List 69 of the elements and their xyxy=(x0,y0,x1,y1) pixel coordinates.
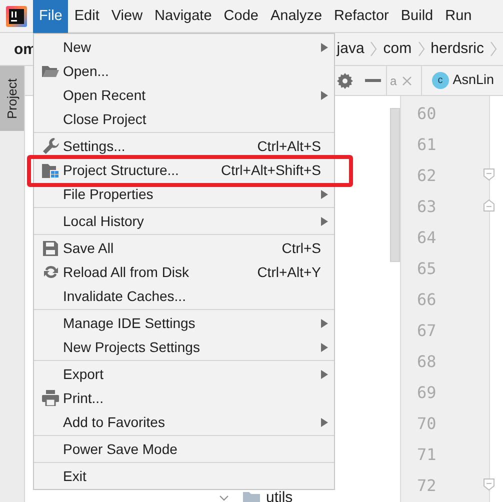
shortcut-text: Ctrl+Alt+S xyxy=(257,136,321,156)
settings-icon[interactable] xyxy=(337,72,353,88)
reload-icon xyxy=(42,264,58,280)
menu-item[interactable]: Build xyxy=(394,0,440,32)
chevron-icon xyxy=(418,41,425,57)
shortcut-text: Ctrl+Alt+Shift+S xyxy=(221,160,321,180)
close-icon[interactable] xyxy=(402,76,412,86)
folder-icon xyxy=(42,64,59,78)
line-number: 64 xyxy=(417,228,436,247)
fold-marker-icon[interactable] xyxy=(483,478,495,491)
app-logo-icon[interactable] xyxy=(6,6,27,26)
menu-item[interactable]: File xyxy=(33,0,68,32)
editor-tab[interactable]: AsnLin xyxy=(452,70,494,91)
minimize-icon[interactable] xyxy=(365,79,381,82)
line-number: 68 xyxy=(417,352,436,371)
menu-item[interactable]: New xyxy=(34,35,334,59)
line-number: 71 xyxy=(417,445,436,464)
shortcut-text: Ctrl+Alt+Y xyxy=(257,262,321,282)
wrench-icon xyxy=(42,138,58,154)
scrollbar-thumb[interactable] xyxy=(390,108,400,262)
menu-item[interactable]: Code xyxy=(218,0,264,32)
fold-marker-icon[interactable] xyxy=(483,168,495,181)
breadcrumb-item[interactable]: java xyxy=(336,38,364,60)
menu-item[interactable]: File Properties xyxy=(34,182,334,206)
menu-item[interactable]: Edit xyxy=(68,0,106,32)
chevron-icon xyxy=(490,41,497,57)
line-number: 62 xyxy=(417,166,436,185)
tree-item[interactable]: utils xyxy=(266,487,293,502)
line-number: 61 xyxy=(417,135,436,154)
menu-item[interactable]: Analyze xyxy=(264,0,328,32)
line-number: 72 xyxy=(417,476,436,495)
menu-item[interactable]: Add to Favorites xyxy=(34,410,334,434)
menu-item[interactable]: Open... xyxy=(34,59,334,83)
save-icon xyxy=(43,240,58,256)
line-number: 65 xyxy=(417,259,436,278)
menu-item[interactable]: Export xyxy=(34,362,334,386)
menu-item[interactable]: New Projects Settings xyxy=(34,335,334,359)
line-number: 70 xyxy=(417,414,436,433)
menu-item[interactable]: Open Recent xyxy=(34,83,334,107)
printer-icon xyxy=(42,390,59,406)
shortcut-text: Ctrl+S xyxy=(282,238,321,258)
menu-item[interactable]: Refactor xyxy=(328,0,395,32)
menu-item[interactable]: Project Structure... Ctrl+Alt+Shift+S xyxy=(34,158,334,182)
line-number: 69 xyxy=(417,383,436,402)
menu-item[interactable]: Navigate xyxy=(148,0,218,32)
menu-item[interactable]: View xyxy=(105,0,149,32)
menu-item[interactable]: Manage IDE Settings xyxy=(34,311,334,335)
class-icon: c xyxy=(432,72,449,89)
menu-item[interactable]: Save All Ctrl+S xyxy=(34,236,334,260)
breadcrumb-item[interactable]: herdsric xyxy=(430,38,484,60)
line-number: 67 xyxy=(417,321,436,340)
line-number: 60 xyxy=(417,104,436,123)
menu-item[interactable]: Invalidate Caches... xyxy=(34,284,334,308)
menu-item[interactable]: Local History xyxy=(34,209,334,233)
menu-item[interactable]: Power Save Mode xyxy=(34,437,334,461)
project-structure-icon xyxy=(42,162,59,178)
chevron-icon xyxy=(370,41,378,57)
project-tab[interactable]: Project xyxy=(0,66,24,131)
line-number: 66 xyxy=(417,290,436,309)
menu-item[interactable]: Settings... Ctrl+Alt+S xyxy=(34,134,334,158)
menu-item[interactable]: Reload All from Disk Ctrl+Alt+Y xyxy=(34,260,334,284)
menu-item[interactable]: Run xyxy=(439,0,478,32)
menu-item[interactable]: Exit xyxy=(34,464,334,488)
breadcrumb-item[interactable]: com xyxy=(383,38,412,60)
menu-item[interactable]: Print... xyxy=(34,386,334,410)
chevron-icon[interactable] xyxy=(219,495,229,502)
line-number: 63 xyxy=(417,197,436,216)
fold-marker-icon[interactable] xyxy=(483,199,495,212)
menu-item[interactable]: Close Project xyxy=(34,107,334,131)
